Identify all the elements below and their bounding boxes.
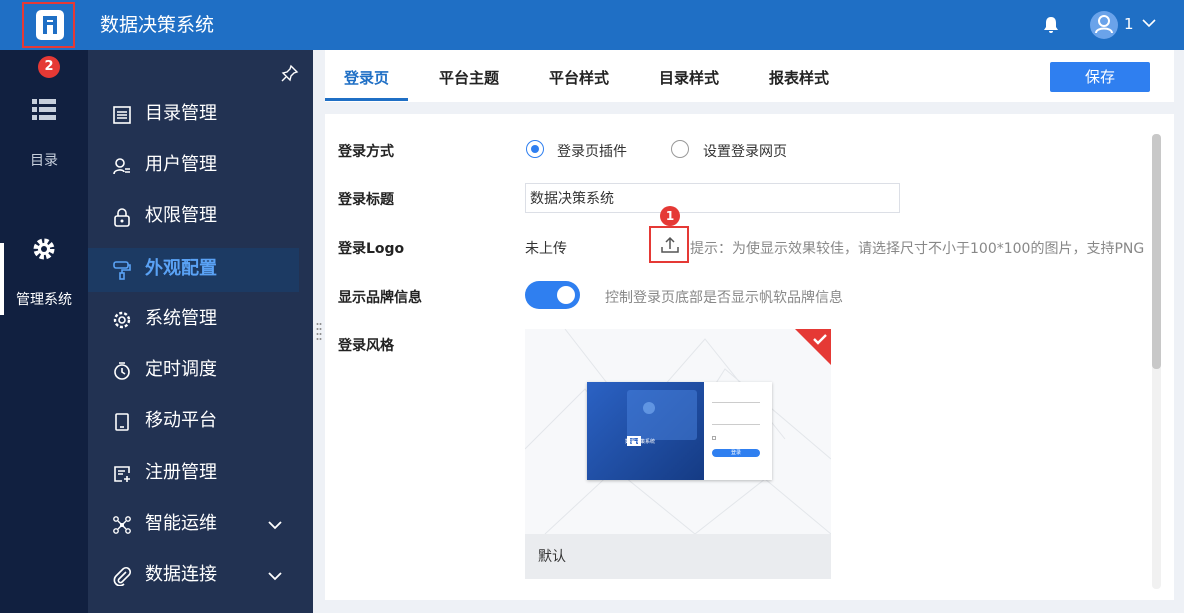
rail-item-catalog[interactable]: 目录 — [0, 150, 88, 170]
user-avatar-icon[interactable] — [1090, 11, 1118, 39]
nav-item-label: 智能运维 — [145, 513, 217, 534]
nav-item-label: 数据连接 — [145, 564, 217, 585]
scrollbar-thumb[interactable] — [1152, 134, 1161, 369]
nav-item-mobile[interactable]: 移动平台 — [88, 400, 299, 444]
nav-item-appearance[interactable]: 外观配置 — [88, 248, 299, 292]
settings-icon — [113, 311, 131, 329]
login-method-label: 登录方式 — [338, 144, 394, 160]
preview-remember-checkbox — [712, 436, 716, 440]
preview-username-field — [712, 402, 760, 403]
bell-icon[interactable] — [1042, 15, 1060, 35]
paperclip-icon — [113, 566, 132, 586]
nav-item-schedule[interactable]: 定时调度 — [88, 349, 299, 393]
nav-item-catalog[interactable]: 目录管理 — [88, 93, 299, 137]
logo-highlight — [22, 2, 75, 48]
style-card-footer — [525, 534, 831, 579]
nav-item-users[interactable]: 用户管理 — [88, 144, 299, 188]
logo-upload-status: 未上传 — [525, 241, 567, 257]
login-style-label: 登录风格 — [338, 338, 394, 354]
left-rail — [0, 50, 88, 613]
tab-platform-style[interactable]: 平台样式 — [549, 67, 609, 88]
tablet-icon — [115, 413, 129, 431]
rail-item-admin[interactable]: 管理系统 — [0, 289, 88, 309]
nav-item-label: 用户管理 — [145, 154, 217, 175]
paint-roller-icon — [113, 261, 131, 280]
login-title-input[interactable] — [525, 183, 900, 213]
nav-item-label: 系统管理 — [145, 308, 217, 329]
upload-icon — [661, 236, 679, 253]
brand-info-description: 控制登录页底部是否显示帆软品牌信息 — [605, 290, 843, 306]
panel-splitter[interactable] — [313, 50, 325, 613]
tab-login-page[interactable]: 登录页 — [344, 67, 389, 88]
nav-item-label: 权限管理 — [145, 205, 217, 226]
register-icon — [114, 466, 130, 482]
login-preview-thumbnail: 数据决策系统 登录 — [587, 382, 772, 480]
tab-platform-theme[interactable]: 平台主题 — [439, 67, 499, 88]
nav-item-label: 外观配置 — [145, 258, 217, 279]
nav-item-label: 移动平台 — [145, 410, 217, 431]
nav-item-label: 目录管理 — [145, 103, 217, 124]
preview-password-field — [712, 424, 760, 425]
app-logo-icon[interactable] — [36, 10, 64, 40]
tab-report-style[interactable]: 报表样式 — [769, 67, 829, 88]
brand-info-toggle[interactable] — [525, 281, 580, 309]
logo-hint-text: 提示：为使显示效果较佳，请选择尺寸不小于100*100的图片，支持PNG — [690, 241, 1145, 257]
nav-item-register[interactable]: 注册管理 — [88, 452, 299, 496]
preview-banner-art — [627, 390, 697, 446]
chevron-down-icon[interactable] — [1140, 14, 1158, 32]
pin-icon[interactable] — [281, 64, 299, 82]
radio-custom-login-page[interactable] — [671, 140, 689, 158]
catalog-icon — [113, 106, 131, 124]
active-tab-underline — [325, 98, 408, 101]
gear-icon[interactable] — [31, 236, 57, 262]
preview-title: 数据决策系统 — [625, 439, 656, 445]
list-icon[interactable] — [32, 98, 56, 120]
annotation-badge: 2 — [38, 56, 60, 78]
preview-banner: 数据决策系统 — [587, 382, 704, 480]
drag-handle-icon[interactable] — [316, 322, 322, 340]
nav-item-system[interactable]: 系统管理 — [88, 298, 299, 342]
tab-bar: 登录页 平台主题 平台样式 目录样式 报表样式 — [325, 50, 1174, 102]
user-name[interactable]: 1 — [1124, 15, 1134, 33]
nodes-icon — [113, 516, 131, 534]
lock-icon — [114, 208, 130, 227]
nav-item-label: 定时调度 — [145, 359, 217, 380]
user-manage-icon — [113, 158, 130, 175]
app-title: 数据决策系统 — [100, 14, 215, 36]
tab-catalog-style[interactable]: 目录样式 — [659, 67, 719, 88]
style-card-label: 默认 — [538, 549, 566, 565]
nav-item-ops[interactable]: 智能运维 — [88, 503, 299, 547]
login-title-label: 登录标题 — [338, 192, 394, 208]
preview-login-button: 登录 — [712, 449, 760, 457]
selected-check-icon — [795, 329, 831, 365]
chevron-down-icon[interactable] — [266, 567, 284, 585]
upload-button[interactable] — [649, 226, 689, 263]
nav-item-permissions[interactable]: 权限管理 — [88, 195, 299, 239]
nav-item-label: 注册管理 — [145, 462, 217, 483]
login-logo-label: 登录Logo — [338, 241, 405, 257]
brand-info-label: 显示品牌信息 — [338, 290, 422, 306]
save-button[interactable]: 保存 — [1050, 62, 1150, 92]
chevron-down-icon[interactable] — [266, 516, 284, 534]
radio-login-plugin-label[interactable]: 登录页插件 — [557, 141, 627, 161]
timer-icon — [114, 362, 130, 380]
nav-item-data-connection[interactable]: 数据连接 — [88, 554, 299, 598]
radio-custom-login-page-label[interactable]: 设置登录网页 — [703, 141, 787, 161]
radio-login-plugin[interactable] — [526, 140, 544, 158]
annotation-badge: 1 — [660, 206, 680, 226]
